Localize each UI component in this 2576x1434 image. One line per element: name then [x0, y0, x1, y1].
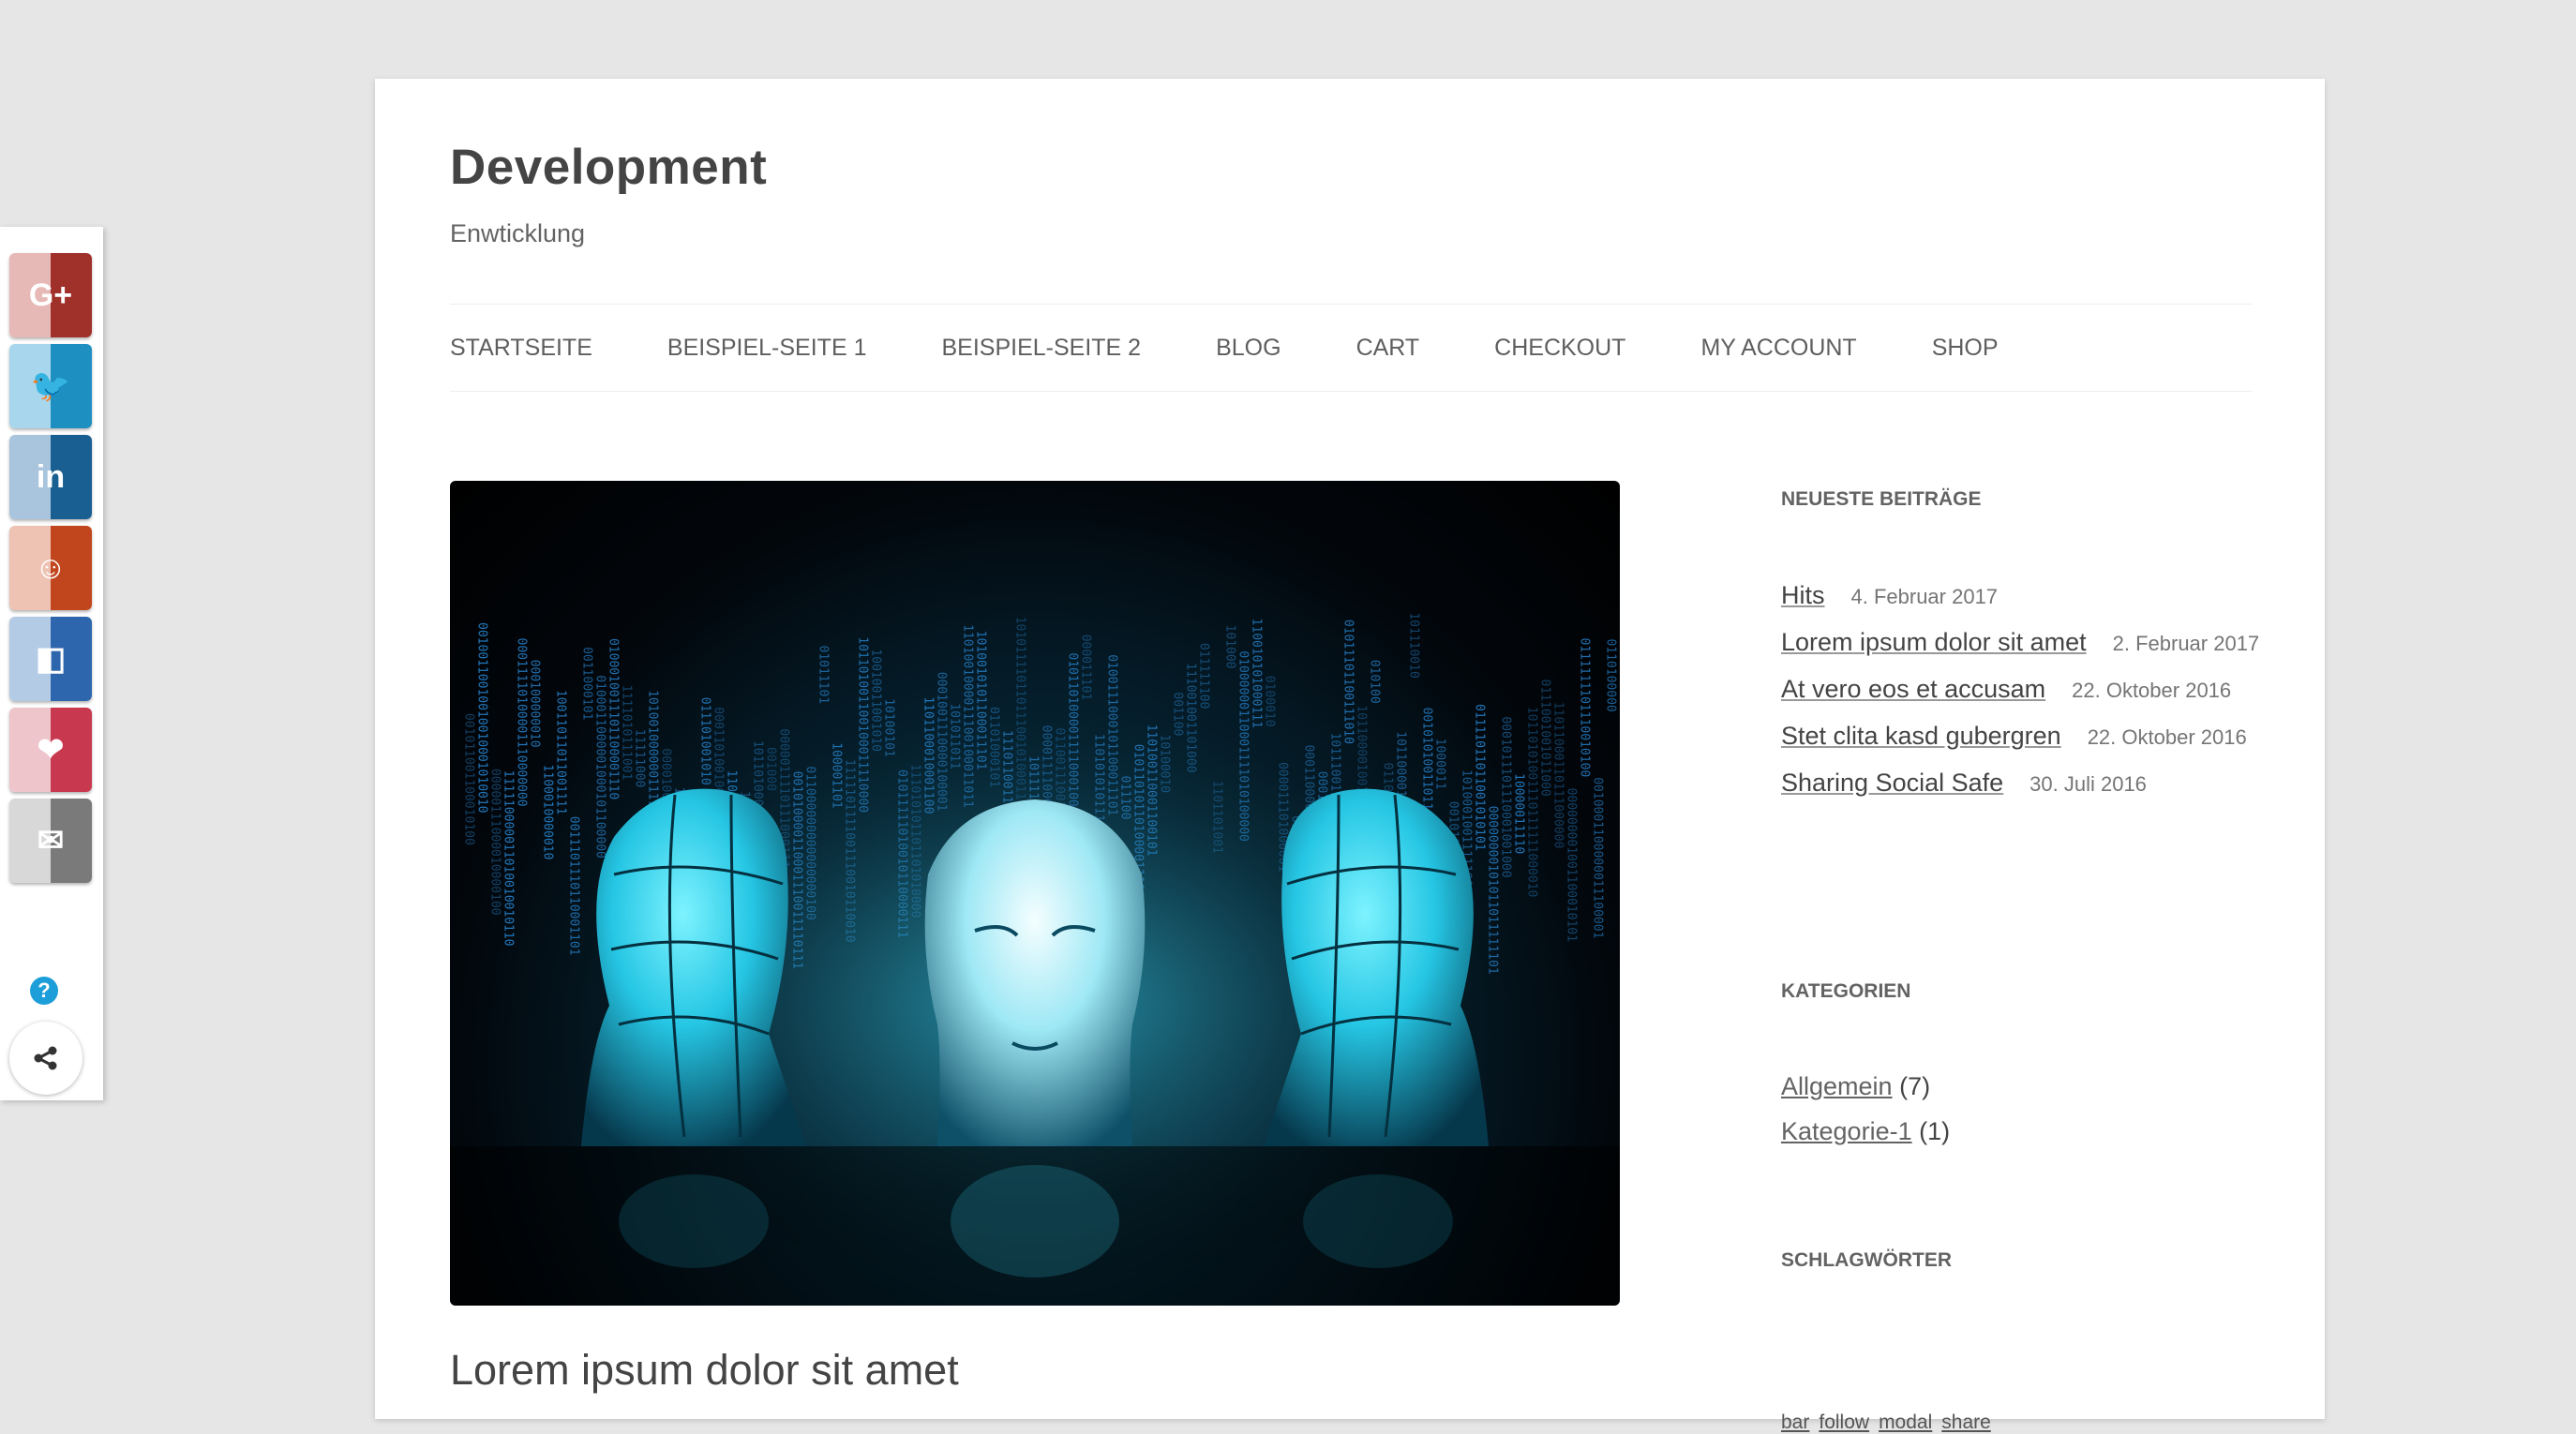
tag-link[interactable]: follow — [1819, 1412, 1869, 1434]
svg-text:00100110010010010001010010: 00100110010010010001010010 — [475, 622, 489, 814]
pocket-icon: ❤ — [37, 732, 65, 768]
google-plus-icon: G+ — [28, 276, 73, 313]
nav-item[interactable]: STARTSEITE — [450, 335, 592, 362]
recent-post-link[interactable]: Lorem ipsum dolor sit amet — [1781, 628, 2087, 656]
svg-text:001011001100010100: 001011001100010100 — [462, 713, 476, 845]
mail-share-button[interactable]: ✉ — [9, 799, 92, 883]
svg-text:000000001001100010101: 000000001001100010101 — [1565, 788, 1579, 942]
nav-item[interactable]: CART — [1356, 335, 1420, 362]
recent-post-date: 2. Februar 2017 — [2112, 632, 2260, 655]
nav-item[interactable]: BLOG — [1216, 335, 1281, 362]
delicious-share-button[interactable]: ◧ — [9, 617, 92, 701]
main-navigation: STARTSEITE BEISPIEL-SEITE 1 BEISPIEL-SEITE… — [450, 304, 2252, 392]
recent-post-item: Hits 4. Februar 2017 — [1781, 573, 2269, 620]
floating-share-bar: G+ 🐦 in ☺ ◧ ❤ ✉ ? — [0, 227, 103, 1100]
svg-text:0011000101: 0011000101 — [580, 647, 594, 720]
mail-icon: ✉ — [37, 823, 65, 859]
pocket-share-button[interactable]: ❤ — [9, 708, 92, 792]
recent-posts-title: NEUESTE BEITRÄGE — [1781, 488, 1982, 510]
help-icon[interactable]: ? — [30, 977, 58, 1005]
nav-item[interactable]: SHOP — [1932, 335, 1999, 362]
reddit-icon: ☺ — [34, 549, 67, 586]
svg-text:000100000010: 000100000010 — [528, 660, 542, 748]
svg-text:101000: 101000 — [1223, 625, 1237, 669]
linkedin-icon: in — [36, 458, 66, 495]
svg-text:010100: 010100 — [1368, 660, 1382, 704]
svg-text:0100010011101100001110: 0100010011101100001110 — [607, 638, 621, 799]
category-link[interactable]: Kategorie-1 — [1781, 1117, 1912, 1145]
recent-post-link[interactable]: Stet clita kasd gubergren — [1781, 722, 2061, 750]
categories-title: KATEGORIEN — [1781, 980, 1911, 1002]
recent-post-date: 30. Juli 2016 — [2029, 772, 2147, 796]
tags-title: SCHLAGWÖRTER — [1781, 1249, 1952, 1271]
linkedin-share-button[interactable]: in — [9, 435, 92, 519]
svg-text:00011110100001110000000: 00011110100001110000000 — [515, 638, 529, 807]
svg-text:0010001100000011100001: 0010001100000011100001 — [1591, 777, 1605, 938]
svg-text:0110100000: 0110100000 — [1604, 638, 1618, 711]
recent-post-date: 4. Februar 2017 — [1850, 585, 1999, 608]
post-title[interactable]: Lorem ipsum dolor sit amet — [450, 1346, 959, 1395]
recent-post-date: 22. Oktober 2016 — [2072, 679, 2232, 702]
svg-text:11011000110111000000: 11011000110111000000 — [1551, 702, 1565, 849]
svg-text:00000111000010000100: 00000111000010000100 — [488, 769, 502, 916]
recent-post-link[interactable]: Sharing Social Safe — [1781, 769, 2003, 797]
google-plus-share-button[interactable]: G+ — [9, 253, 92, 337]
twitter-icon: 🐦 — [30, 368, 71, 404]
tag-link[interactable]: share — [1941, 1412, 1991, 1434]
recent-post-link[interactable]: At vero eos et accusam — [1781, 675, 2045, 703]
category-item: Allgemein (7) — [1781, 1064, 1950, 1109]
svg-text:1111010111001: 1111010111001 — [620, 685, 634, 781]
site-description: Enwticklung — [450, 219, 586, 247]
svg-text:111110000011010010010110: 111110000011010010010110 — [502, 770, 516, 947]
site-title[interactable]: Development — [450, 139, 767, 196]
category-item: Kategorie-1 (1) — [1781, 1109, 1950, 1154]
category-count: (1) — [1919, 1117, 1951, 1145]
recent-post-item: Lorem ipsum dolor sit amet 2. Februar 201… — [1781, 620, 2269, 666]
reddit-share-button[interactable]: ☺ — [9, 526, 92, 610]
nav-item[interactable]: BEISPIEL-SEITE 1 — [667, 335, 867, 362]
recent-posts-list: Hits 4. Februar 2017 Lorem ipsum dolor sit… — [1781, 573, 2269, 807]
nav-item[interactable]: CHECKOUT — [1494, 335, 1625, 362]
recent-post-link[interactable]: Hits — [1781, 581, 1825, 609]
nav-item[interactable]: MY ACCOUNT — [1700, 335, 1856, 362]
share-icon — [34, 1046, 57, 1070]
tag-cloud: bar follow modal share — [1781, 1412, 1991, 1434]
recent-post-date: 22. Oktober 2016 — [2087, 725, 2247, 749]
page-container: Development Enwticklung STARTSEITE BEISPI… — [375, 79, 2325, 1433]
featured-image[interactable]: 001011001100010100 0010011001001001000101… — [450, 481, 1620, 1306]
svg-text:0111111101110010100: 0111111101110010100 — [1578, 637, 1592, 777]
recent-post-item: Stet clita kasd gubergren 22. Oktober 201… — [1781, 713, 2269, 760]
tag-link[interactable]: modal — [1879, 1412, 1932, 1434]
twitter-share-button[interactable]: 🐦 — [9, 344, 92, 428]
share-toggle-button[interactable] — [9, 1022, 82, 1095]
category-link[interactable]: Allgemein — [1781, 1072, 1893, 1100]
svg-text:1100010000010: 1100010000010 — [541, 765, 555, 860]
nav-item[interactable]: BEISPIEL-SEITE 2 — [941, 335, 1141, 362]
svg-text:10011011011001111: 10011011011001111 — [554, 690, 568, 814]
category-count: (7) — [1899, 1072, 1931, 1100]
recent-post-item: At vero eos et accusam 22. Oktober 2016 — [1781, 666, 2269, 713]
tag-link[interactable]: bar — [1781, 1412, 1809, 1434]
svg-text:0111001001011000: 0111001001011000 — [1538, 680, 1552, 797]
delicious-icon: ◧ — [35, 641, 67, 677]
recent-post-item: Sharing Social Safe 30. Juli 2016 — [1781, 760, 2269, 807]
categories-list: Allgemein (7) Kategorie-1 (1) — [1781, 1064, 1950, 1154]
svg-text:101110010: 101110010 — [1407, 612, 1421, 678]
